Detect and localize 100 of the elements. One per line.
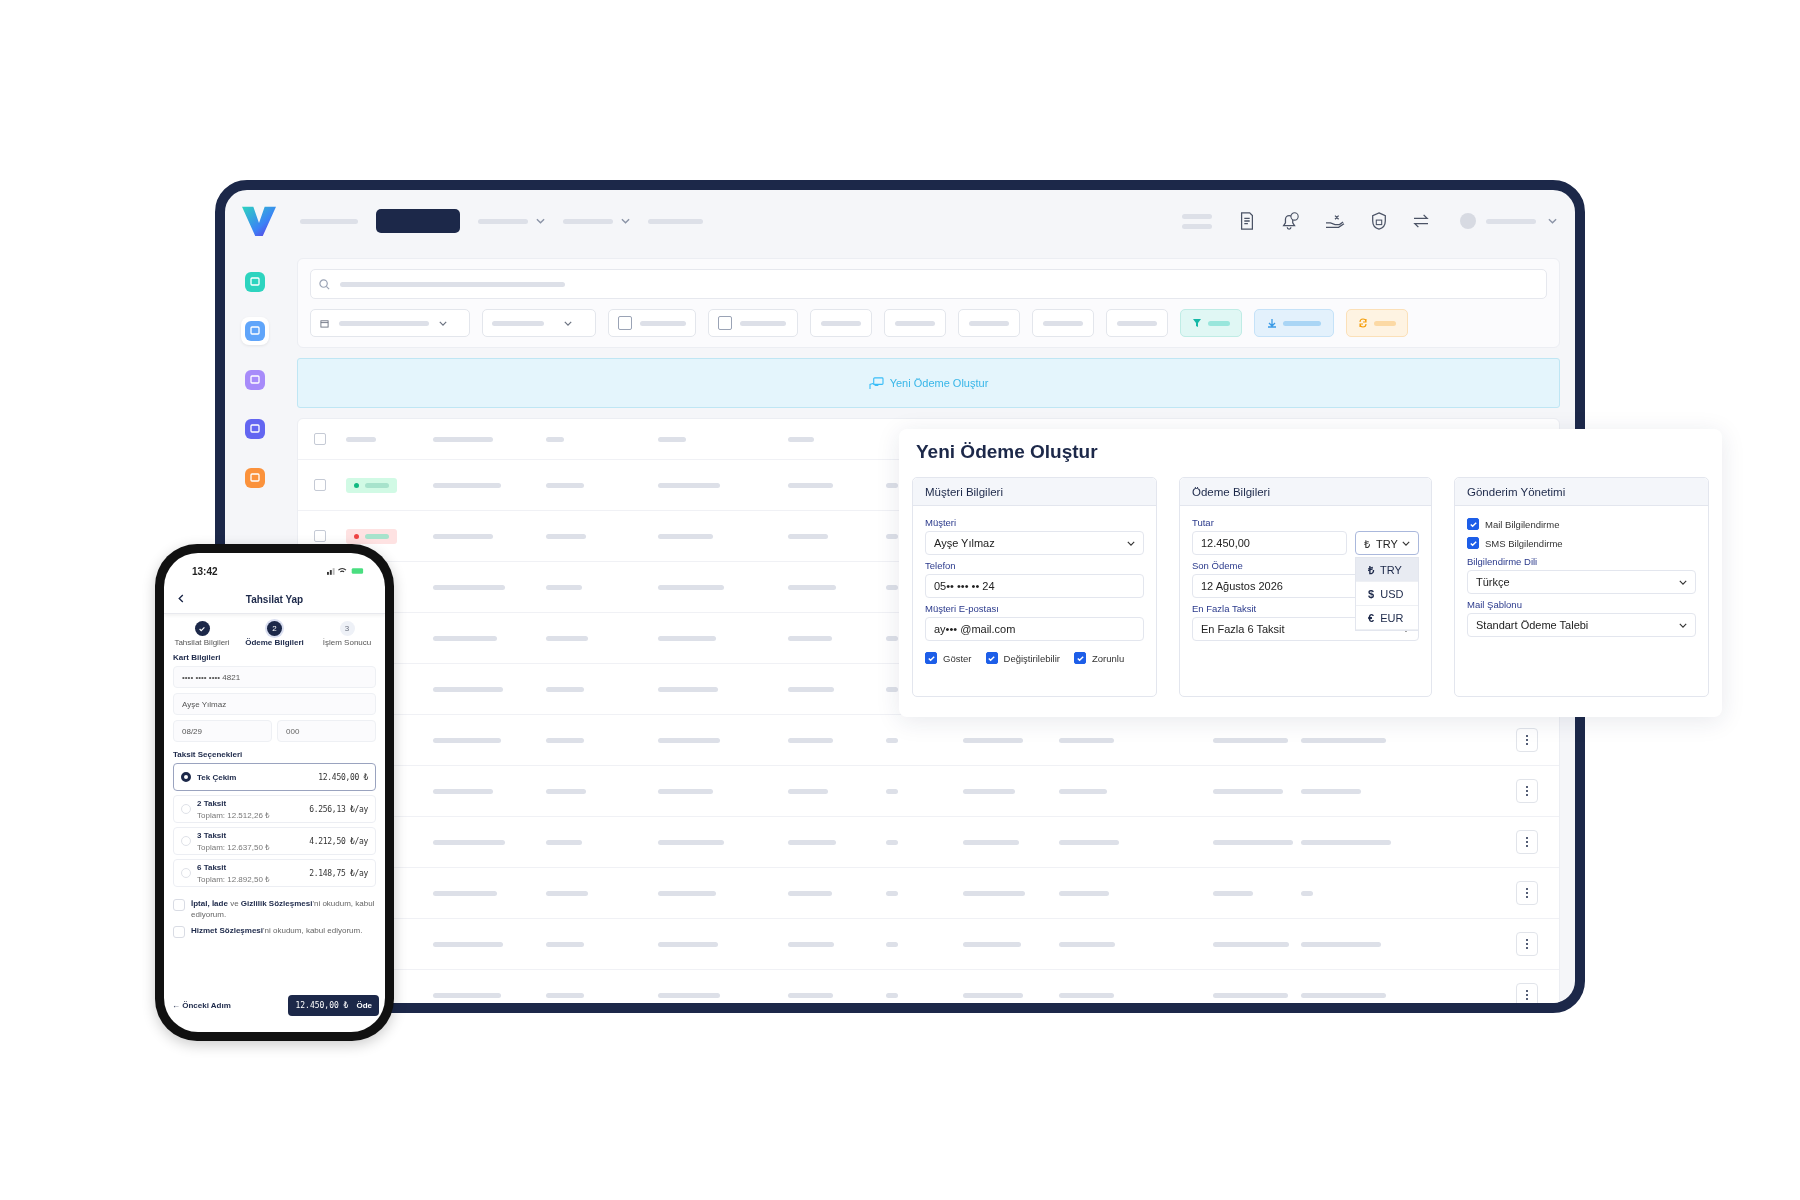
skeleton-bar [658, 890, 716, 896]
skeleton-bar [788, 436, 814, 442]
refresh-button[interactable] [1346, 309, 1408, 337]
screen-title: Tahsilat Yap [245, 593, 304, 605]
filter-chip[interactable] [958, 309, 1020, 337]
step-label: Ödeme Bilgileri [245, 638, 304, 647]
installment-option[interactable]: 2 Taksit Toplam: 12.512,26 ₺ 6.256,13 ₺/ay [173, 795, 376, 823]
more-button[interactable] [1516, 983, 1538, 1003]
swap-icon[interactable] [1412, 214, 1430, 228]
skeleton-bar [433, 839, 505, 845]
section-title: Müşteri Bilgileri [913, 478, 1156, 506]
status-pill [346, 528, 397, 544]
more-button[interactable] [1516, 932, 1538, 956]
input-field[interactable]: Ayşe Yılmaz [173, 693, 376, 715]
checkbox-filter[interactable] [608, 309, 696, 337]
skeleton-bar [546, 482, 584, 488]
input-field[interactable]: 12.450,00 [1192, 531, 1347, 555]
currency-select[interactable]: ₺ TRY [1355, 531, 1419, 555]
skeleton-bar [788, 686, 834, 692]
skeleton-bar [1059, 737, 1114, 743]
input-field[interactable]: ay••• @mail.com [925, 617, 1144, 641]
skeleton-bar [546, 992, 584, 998]
nav-dropdown[interactable] [563, 218, 630, 224]
previous-step-link[interactable]: ← Önceki Adım [172, 1001, 231, 1010]
avatar[interactable] [1460, 213, 1476, 229]
skeleton-bar [963, 890, 1025, 896]
checkbox[interactable] [1467, 518, 1479, 530]
skeleton-bar [886, 839, 898, 845]
select-field[interactable]: Ayşe Yılmaz [925, 531, 1144, 555]
nav-item[interactable] [300, 218, 358, 224]
checkbox[interactable] [1074, 652, 1086, 664]
nav-item[interactable] [648, 218, 703, 224]
more-button[interactable] [1516, 830, 1538, 854]
more-button[interactable] [1516, 881, 1538, 905]
skeleton-bar [658, 788, 713, 794]
nav-dropdown[interactable] [478, 218, 545, 224]
field-label: En Fazla Taksit [1192, 603, 1257, 614]
more-button[interactable] [1516, 779, 1538, 803]
currency-option[interactable]: ₺ TRY [1356, 558, 1418, 582]
checkbox[interactable] [1467, 537, 1479, 549]
field-label: Müşteri [925, 517, 957, 528]
skeleton-bar [433, 584, 505, 590]
back-icon[interactable] [178, 594, 184, 603]
row-checkbox[interactable] [314, 530, 326, 542]
skeleton-bar [433, 788, 493, 794]
field-label: Mail Şablonu [1467, 599, 1522, 610]
installment-option[interactable]: Tek Çekim 12.450,00 ₺ [173, 763, 376, 791]
select-field[interactable]: Türkçe [1467, 570, 1696, 594]
skeleton-bar [546, 635, 588, 641]
checkbox-label: Göster [943, 652, 972, 664]
skeleton-bar [546, 839, 582, 845]
field-label: Müşteri E-postası [925, 603, 999, 614]
skeleton-bar [886, 941, 898, 947]
input-field[interactable]: •••• •••• •••• 4821 [173, 666, 376, 688]
filter-chip[interactable] [1032, 309, 1094, 337]
skeleton-bar [433, 533, 493, 539]
hand-icon[interactable] [1324, 212, 1346, 230]
skeleton-bar [433, 635, 497, 641]
status-pill [346, 477, 397, 493]
status-icons [327, 567, 365, 575]
checkbox-label: Zorunlu [1092, 652, 1125, 664]
skeleton-bar [433, 941, 503, 947]
filter-button[interactable] [1180, 309, 1242, 337]
skeleton-bar [1059, 992, 1114, 998]
installment-option[interactable]: 6 Taksit Toplam: 12.892,50 ₺ 2.148,75 ₺/ay [173, 859, 376, 887]
skeleton-bar [788, 635, 832, 641]
checkbox-filter[interactable] [708, 309, 798, 337]
filter-chip[interactable] [884, 309, 946, 337]
checkbox[interactable] [925, 652, 937, 664]
menu-placeholder[interactable] [1182, 213, 1212, 229]
search-field[interactable] [310, 269, 1547, 299]
date-filter[interactable] [310, 309, 470, 337]
filter-chip[interactable] [1106, 309, 1168, 337]
pay-button[interactable]: 12.450,00 ₺ Öde [288, 995, 379, 1016]
skeleton-bar [963, 737, 1023, 743]
filter-chip[interactable] [810, 309, 872, 337]
input-field[interactable]: 05•• ••• •• 24 [925, 574, 1144, 598]
currency-option[interactable]: $ USD [1356, 582, 1418, 606]
currency-option[interactable]: € EUR [1356, 606, 1418, 630]
bell-icon[interactable] [1280, 211, 1300, 231]
skeleton-bar [433, 737, 501, 743]
select-filter[interactable] [482, 309, 596, 337]
refresh-icon [1358, 318, 1368, 328]
shield-icon[interactable] [1370, 211, 1388, 231]
skeleton-bar [1059, 788, 1107, 794]
input-field[interactable]: 000 [277, 720, 376, 742]
input-field[interactable]: 08/29 [173, 720, 272, 742]
more-button[interactable] [1516, 728, 1538, 752]
skeleton-bar [963, 992, 1023, 998]
select-field[interactable]: Standart Ödeme Talebi [1467, 613, 1696, 637]
skeleton-bar [546, 533, 586, 539]
download-button[interactable] [1254, 309, 1334, 337]
document-icon[interactable] [1238, 211, 1256, 231]
row-checkbox[interactable] [314, 433, 326, 445]
checkbox[interactable] [985, 652, 998, 664]
skeleton-bar [433, 890, 497, 896]
row-checkbox[interactable] [314, 479, 326, 491]
skeleton-bar [788, 482, 833, 488]
skeleton-bar [658, 839, 724, 845]
installment-option[interactable]: 3 Taksit Toplam: 12.637,50 ₺ 4.212,50 ₺/ay [173, 827, 376, 855]
